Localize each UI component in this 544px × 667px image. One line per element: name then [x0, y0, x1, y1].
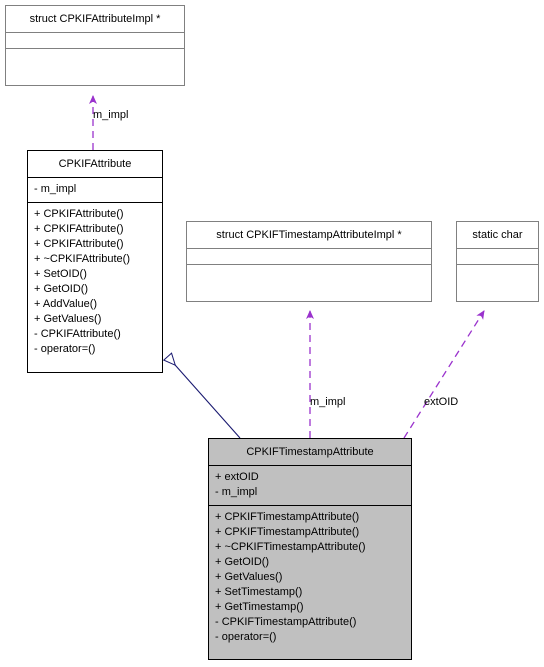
member-row: + CPKIFTimestampAttribute()	[215, 511, 360, 524]
edge-label-m-impl-attribute: m_impl	[93, 109, 129, 121]
node-struct-cpkifattributeimpl[interactable]: struct CPKIFAttributeImpl *	[5, 5, 185, 86]
edge-label-extoid: extOID	[424, 396, 459, 408]
node-attributes-compartment	[457, 248, 538, 264]
node-struct-static-char[interactable]: static char	[456, 221, 539, 302]
node-title: struct CPKIFTimestampAttributeImpl *	[216, 229, 402, 241]
member-row: - operator=()	[34, 343, 96, 356]
node-title: CPKIFAttribute	[28, 151, 162, 179]
node-operations-compartment	[457, 264, 538, 280]
member-row: + SetTimestamp()	[215, 586, 303, 599]
member-row: + CPKIFTimestampAttribute()	[215, 526, 360, 539]
member-row: + CPKIFAttribute()	[34, 223, 124, 236]
node-attributes-compartment	[187, 248, 431, 264]
member-row: + GetOID()	[34, 283, 89, 296]
member-row: + CPKIFAttribute()	[34, 208, 124, 221]
edge-inheritance	[168, 357, 241, 439]
node-operations-compartment: + CPKIFAttribute() + CPKIFAttribute() + …	[28, 202, 162, 362]
member-row: + CPKIFAttribute()	[34, 238, 124, 251]
edge-label-m-impl-timestamp: m_impl	[310, 396, 346, 408]
member-row: - m_impl	[215, 486, 258, 499]
uml-class-diagram: struct CPKIFAttributeImpl * m_impl CPKIF…	[0, 0, 544, 667]
node-attributes-compartment	[6, 32, 184, 48]
node-title: CPKIFTimestampAttribute	[209, 439, 411, 467]
node-attributes-compartment: + extOID - m_impl	[209, 466, 411, 505]
member-row: + extOID	[215, 471, 259, 484]
node-struct-cpkiftimestampattributeimpl[interactable]: struct CPKIFTimestampAttributeImpl *	[186, 221, 432, 302]
member-row: - operator=()	[215, 631, 277, 644]
member-row: + ~CPKIFAttribute()	[34, 253, 130, 266]
member-row: - m_impl	[34, 183, 77, 196]
member-row: + SetOID()	[34, 268, 87, 281]
member-row: + GetOID()	[215, 556, 270, 569]
member-row: - CPKIFAttribute()	[34, 328, 121, 341]
node-operations-compartment: + CPKIFTimestampAttribute() + CPKIFTimes…	[209, 505, 411, 650]
member-row: - CPKIFTimestampAttribute()	[215, 616, 357, 629]
edge-extoid	[403, 310, 485, 439]
member-row: + GetValues()	[215, 571, 283, 584]
node-class-cpkifattribute[interactable]: CPKIFAttribute - m_impl + CPKIFAttribute…	[27, 150, 163, 373]
node-class-cpkiftimestampattribute[interactable]: CPKIFTimestampAttribute + extOID - m_imp…	[208, 438, 412, 660]
member-row: + AddValue()	[34, 298, 98, 311]
member-row: + GetValues()	[34, 313, 102, 326]
node-title: static char	[472, 229, 523, 241]
member-row: + GetTimestamp()	[215, 601, 304, 614]
node-operations-compartment	[187, 264, 431, 280]
node-operations-compartment	[6, 48, 184, 64]
member-row: + ~CPKIFTimestampAttribute()	[215, 541, 366, 554]
node-title: struct CPKIFAttributeImpl *	[29, 13, 161, 25]
node-attributes-compartment: - m_impl	[28, 178, 162, 202]
